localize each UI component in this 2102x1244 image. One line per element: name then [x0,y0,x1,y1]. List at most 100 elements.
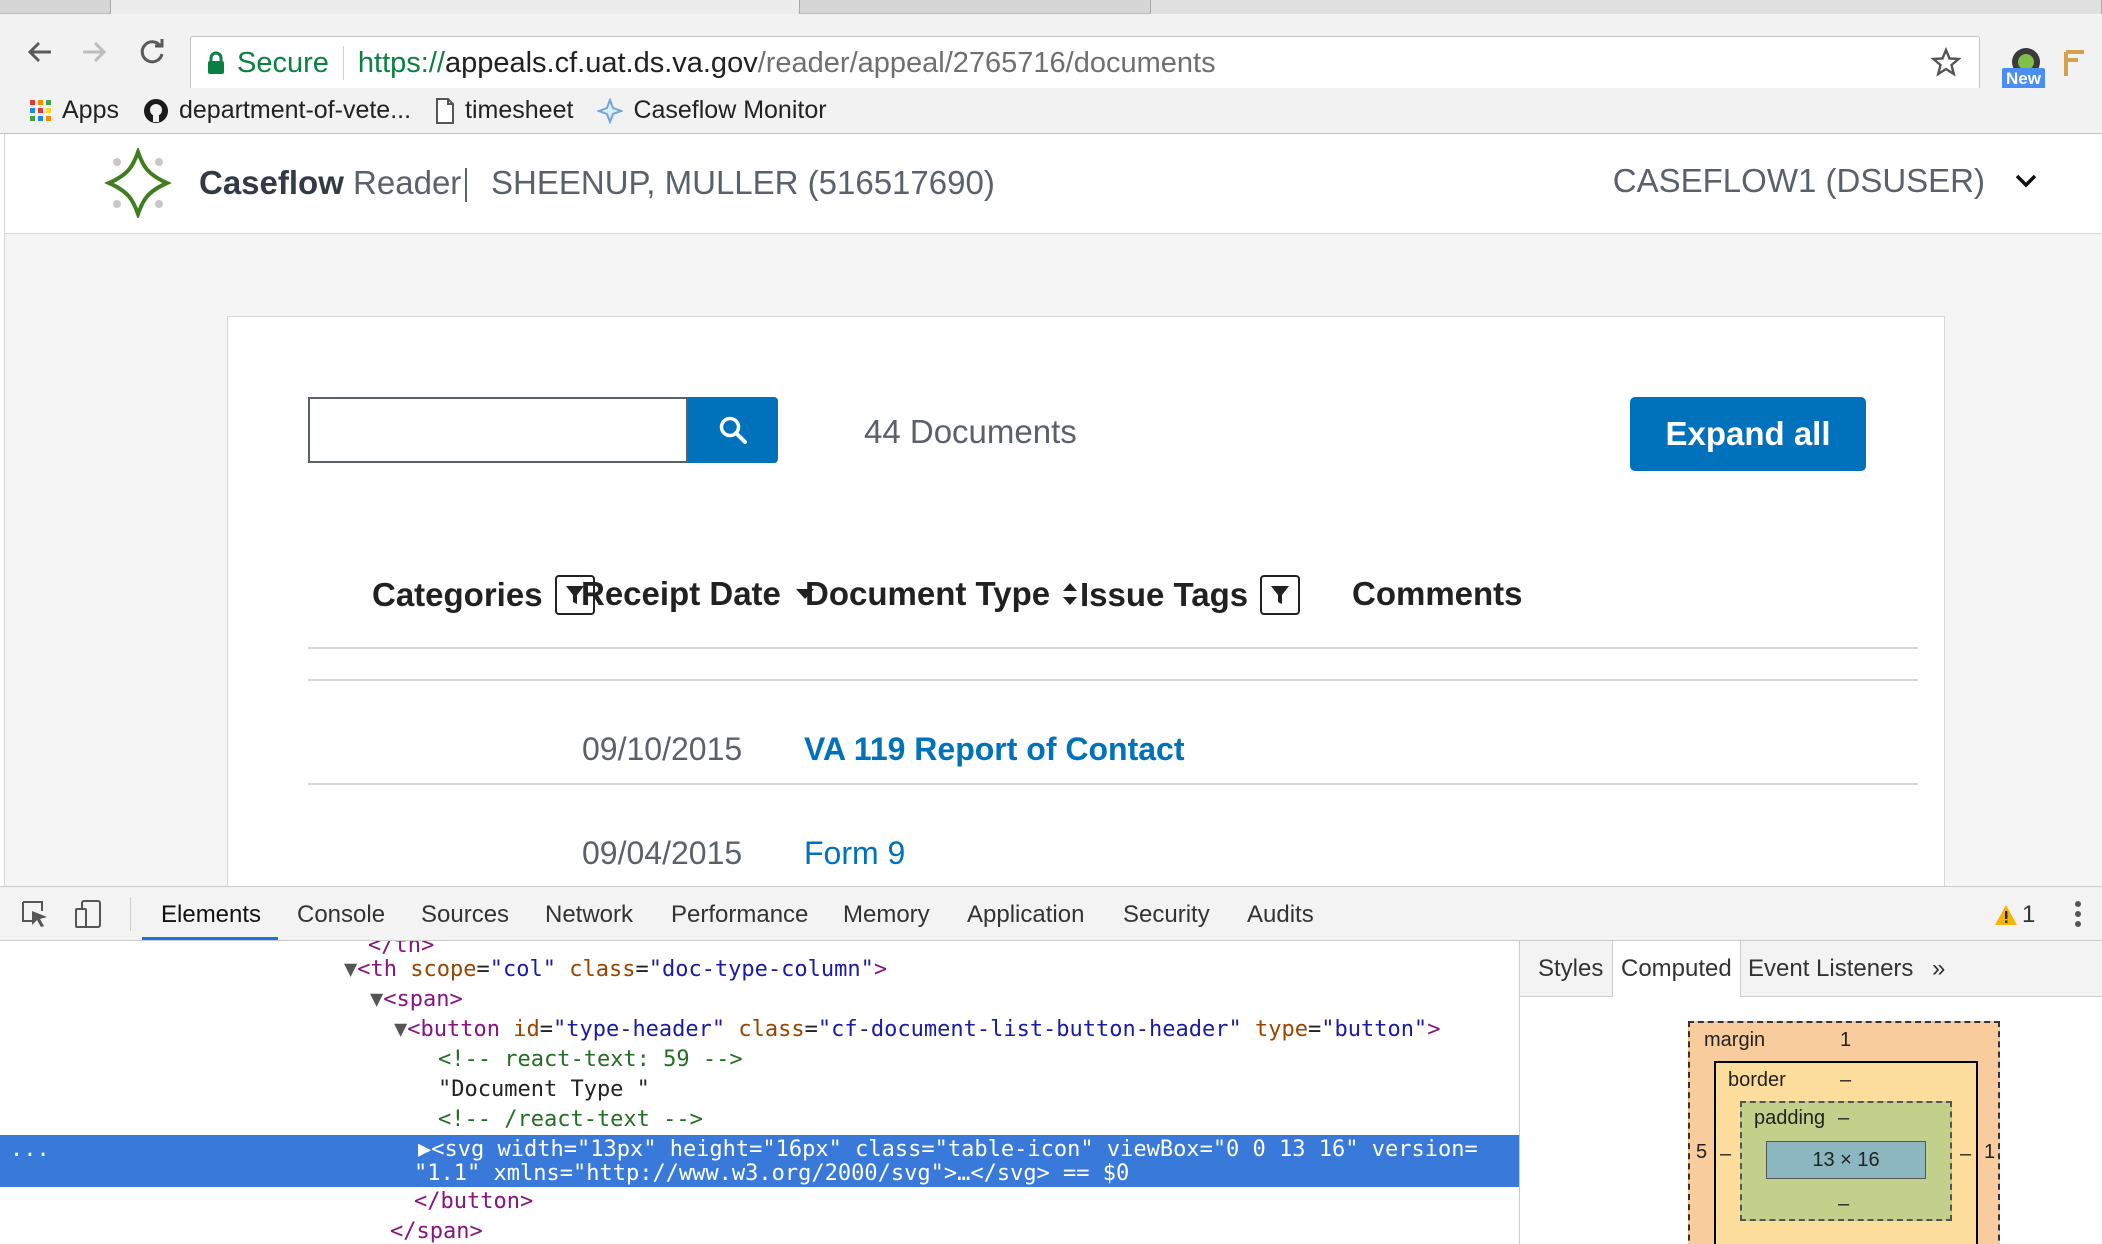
github-icon [143,98,169,124]
bookmark-star-icon[interactable] [1930,46,1962,85]
dom-text-node[interactable]: "Document Type " [0,1075,1519,1105]
title-separator [465,168,467,202]
dom-node-selected[interactable]: ... ▶<svg width="13px" height="16px" cla… [0,1135,1519,1187]
receipt-date: 09/04/2015 [582,835,743,871]
box-model-padding: padding – – 13 × 16 [1740,1101,1952,1221]
warning-icon [1995,905,2017,925]
receipt-date: 09/10/2015 [582,731,743,767]
document-type-link[interactable]: Form 9 [804,835,905,872]
dom-node[interactable]: ▼<button id="type-header" class="cf-docu… [0,1015,1519,1045]
more-options-icon[interactable] [2074,899,2082,936]
tab-security[interactable]: Security [1123,901,1210,929]
expand-all-button[interactable]: Expand all [1630,397,1866,471]
back-arrow-icon [27,41,51,63]
app-name[interactable]: Caseflow Reader [199,164,461,202]
search-button[interactable] [688,397,778,463]
dom-tree[interactable]: </th> ▼<th scope="col" class="doc-type-c… [0,941,1520,1244]
column-label: Categories [372,576,543,613]
styles-sidebar: Styles Computed Event Listeners » margin… [1520,941,2102,1244]
more-tabs-icon[interactable]: » [1932,955,1945,983]
sidebar-tabbar: Styles Computed Event Listeners » [1520,941,2102,997]
browser-tabstrip [0,0,2102,14]
reload-icon [140,39,164,64]
row-divider [308,783,1918,785]
bookmark-timesheet[interactable]: timesheet [435,96,573,125]
tab-console[interactable]: Console [297,901,385,929]
box-model-border: border – – – – padding – – 13 × 16 [1714,1061,1978,1244]
user-menu[interactable]: CASEFLOW1 (DSUSER) [1613,162,2037,200]
forward-arrow-icon [83,41,107,63]
document-type-link[interactable]: VA 119 Report of Contact [804,731,1185,768]
tab-application[interactable]: Application [967,901,1084,929]
tab-computed[interactable]: Computed [1612,941,1741,997]
bookmark-label: Caseflow Monitor [633,96,827,124]
expand-triangle-icon[interactable]: ▼ [344,957,357,982]
bookmark-label: department-of-vete... [178,96,412,124]
bookmark-caseflow-monitor[interactable]: Caseflow Monitor [597,96,827,125]
browser-toolbar: Secure https://appeals.cf.uat.ds.va.gov /… [0,14,2102,90]
devtools-panel: Elements Console Sources Network Perform… [0,886,2102,1244]
browser-tab-inactive[interactable] [1150,0,2102,14]
column-comments: Comments [1352,575,1523,613]
bookmark-label: Apps [62,96,119,124]
column-receipt-date[interactable]: Receipt Date [581,575,815,613]
node-actions-ellipsis[interactable]: ... [10,1135,50,1165]
warning-counter[interactable]: 1 [1994,901,2035,929]
box-model-diagram: margin 1 5 1 border – – – – padding – – … [1688,1021,2000,1244]
expand-triangle-icon[interactable]: ▼ [394,1017,407,1042]
caseflow-logo-icon[interactable] [103,146,173,223]
tab-styles[interactable]: Styles [1538,955,1603,983]
column-label: Document Type [805,575,1051,612]
chevron-down-icon [2015,174,2037,188]
tab-elements[interactable]: Elements [161,901,261,929]
dom-comment[interactable]: <!-- react-text: 59 --> [0,1045,1519,1075]
device-toolbar-icon[interactable] [74,899,104,929]
sort-unsorted-icon [1062,581,1078,607]
url-host: appeals.cf.uat.ds.va.gov [444,46,758,79]
url-scheme: https:// [357,46,445,79]
tab-network[interactable]: Network [545,901,633,929]
inspect-element-icon[interactable] [20,899,50,929]
header-divider [308,647,1918,649]
active-tab-indicator [142,937,278,940]
search-input[interactable] [308,397,688,463]
extension-new-button[interactable]: New [2002,44,2050,90]
reload-button[interactable] [132,32,172,72]
secure-label: Secure [237,46,329,79]
page-icon [435,97,455,124]
bookmark-github[interactable]: department-of-vete... [143,96,411,125]
dom-node[interactable]: </span> [0,1217,1519,1244]
warning-count: 1 [2022,901,2036,928]
address-bar[interactable]: Secure https://appeals.cf.uat.ds.va.gov /… [190,36,1980,90]
filter-icon[interactable] [1260,575,1301,615]
box-model-margin: margin 1 5 1 border – – – – padding – – … [1688,1021,2000,1244]
tab-audits[interactable]: Audits [1247,901,1314,929]
back-button[interactable] [20,32,60,72]
devtools-tabbar: Elements Console Sources Network Perform… [0,887,2102,941]
document-list-card: 44 Documents Expand all Categories Recei… [227,316,1945,886]
column-label: Comments [1352,575,1523,612]
extension-flag-icon[interactable] [2060,48,2090,83]
tab-performance[interactable]: Performance [671,901,808,929]
bookmark-apps[interactable]: Apps [30,96,119,125]
user-name: CASEFLOW1 (DSUSER) [1612,162,1985,199]
expand-triangle-icon[interactable]: ▼ [370,987,383,1012]
toolbar-divider [130,897,131,931]
dom-node[interactable]: ▼<span> [0,985,1519,1015]
forward-button[interactable] [74,32,114,72]
dom-comment[interactable]: <!-- /react-text --> [0,1105,1519,1135]
row-divider [308,679,1918,681]
veteran-name: SHEENUP, MULLER (516517690) [491,164,995,201]
dom-node[interactable]: </button> [0,1187,1519,1217]
address-separator [342,46,344,80]
column-document-type[interactable]: Document Type [805,575,1078,613]
browser-tab[interactable] [110,0,800,14]
box-model-content: 13 × 16 [1766,1141,1926,1179]
dom-node[interactable]: ▼<th scope="col" class="doc-type-column"… [0,955,1519,985]
column-label: Issue Tags [1080,576,1249,613]
column-issue-tags: Issue Tags [1080,575,1301,615]
apps-grid-icon [30,99,52,122]
tab-sources[interactable]: Sources [421,901,509,929]
tab-memory[interactable]: Memory [843,901,930,929]
tab-event-listeners[interactable]: Event Listeners [1748,955,1913,983]
